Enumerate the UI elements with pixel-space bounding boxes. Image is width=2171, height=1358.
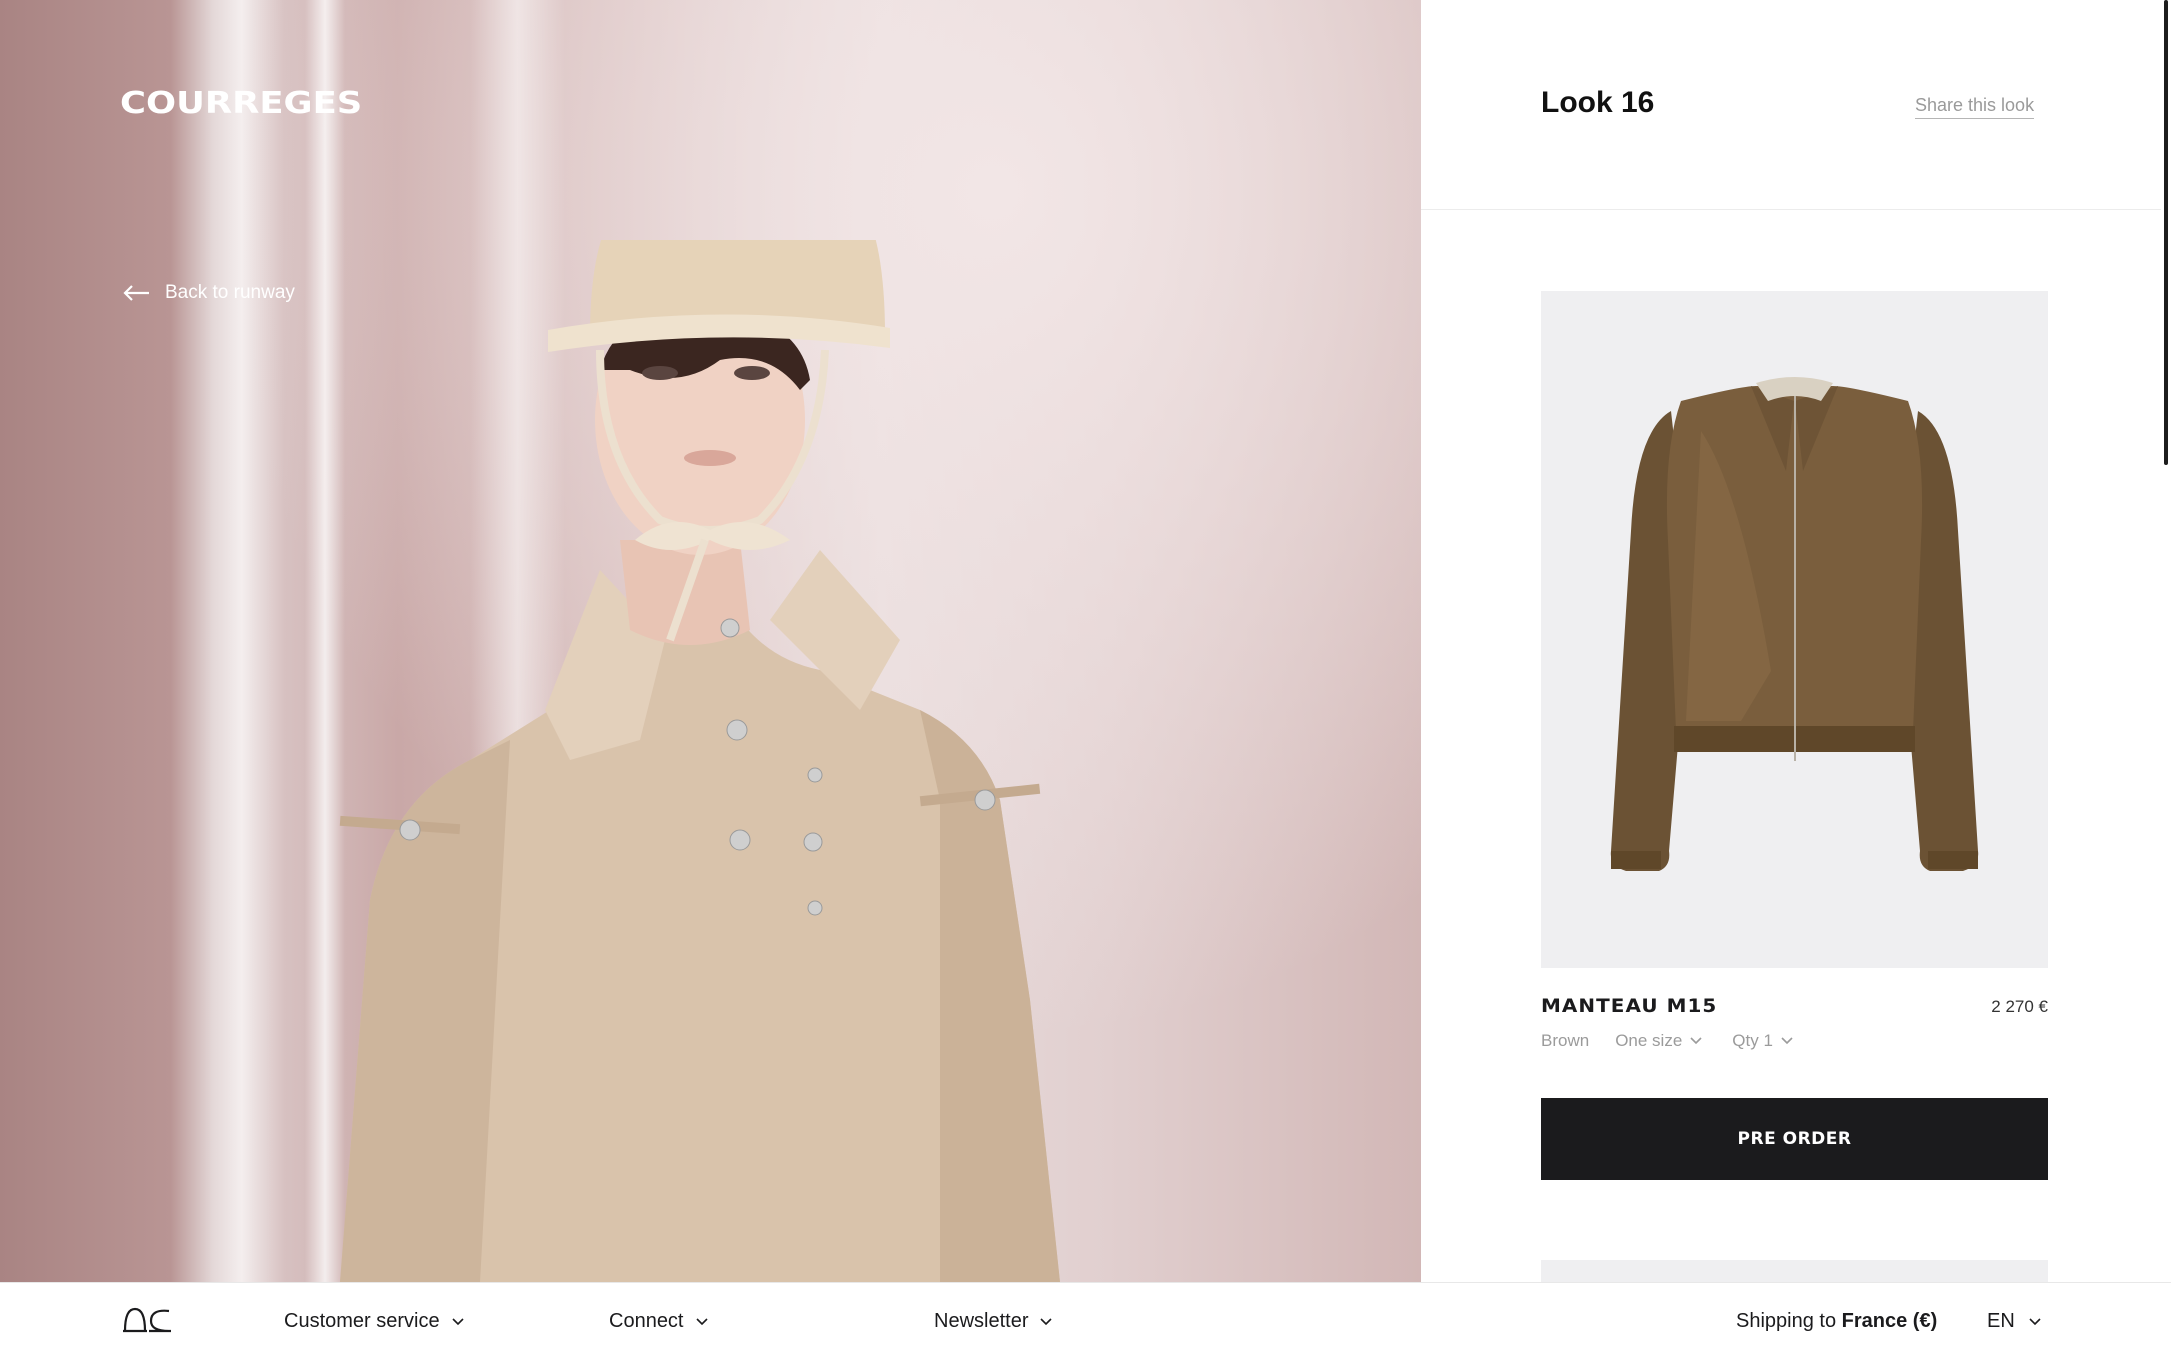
- next-product-card[interactable]: [1541, 1260, 2048, 1282]
- chevron-down-icon: [1690, 1037, 1702, 1045]
- chevron-down-icon: [452, 1317, 464, 1325]
- courreges-monogram-icon[interactable]: [121, 1303, 173, 1335]
- product-color: Brown: [1541, 1031, 1590, 1050]
- footer-bar: Customer service Connect Newsletter Ship…: [0, 1282, 2171, 1358]
- look-header: Look 16 Share this look: [1421, 0, 2161, 210]
- shipping-prefix: Shipping to: [1736, 1310, 1842, 1332]
- back-to-runway-link[interactable]: Back to runway: [121, 282, 295, 304]
- look-title: Look 16: [1541, 86, 1655, 119]
- brand-logo[interactable]: COURREGES: [120, 86, 362, 121]
- product-name[interactable]: MANTEAU M15: [1541, 995, 1717, 1017]
- quantity-value: Qty 1: [1732, 1031, 1773, 1050]
- scrollbar-thumb[interactable]: [2164, 0, 2168, 465]
- customer-service-menu[interactable]: Customer service: [284, 1310, 464, 1333]
- quantity-selector[interactable]: Qty 1: [1732, 1031, 1793, 1051]
- customer-service-label: Customer service: [284, 1310, 440, 1332]
- product-card: MANTEAU M15 2 270 € Brown One size Qty 1: [1541, 291, 2048, 1051]
- language-selector[interactable]: EN: [1987, 1310, 2041, 1333]
- arrow-left-icon: [123, 285, 149, 301]
- page-scrollbar[interactable]: [2161, 0, 2171, 1282]
- look-details-panel: Look 16 Share this look MANTEAU M15 2 27…: [1421, 0, 2161, 1282]
- size-value: One size: [1615, 1031, 1683, 1050]
- chevron-down-icon: [1781, 1037, 1793, 1045]
- connect-label: Connect: [609, 1310, 684, 1332]
- size-selector[interactable]: One size: [1615, 1031, 1702, 1051]
- chevron-down-icon: [1040, 1317, 1053, 1325]
- product-price: 2 270 €: [1991, 997, 2048, 1016]
- runway-model-illustration: [339, 240, 1060, 1282]
- leather-jacket-image: [1610, 377, 1979, 871]
- share-look-link[interactable]: Share this look: [1915, 95, 2035, 119]
- product-options: Brown One size Qty 1: [1541, 1031, 2048, 1051]
- newsletter-menu[interactable]: Newsletter: [934, 1310, 1053, 1333]
- pre-order-button[interactable]: PRE ORDER: [1541, 1098, 2048, 1180]
- language-value: EN: [1987, 1310, 2015, 1332]
- chevron-down-icon: [2029, 1317, 2041, 1325]
- product-image[interactable]: [1541, 291, 2048, 968]
- chevron-down-icon: [695, 1317, 708, 1325]
- shipping-country-selector[interactable]: Shipping to France (€): [1736, 1310, 1937, 1333]
- shipping-country: France (€): [1841, 1310, 1938, 1332]
- back-to-runway-label: Back to runway: [165, 282, 295, 303]
- runway-hero-image: COURREGES Back to runway: [0, 0, 1421, 1282]
- newsletter-label: Newsletter: [934, 1310, 1029, 1332]
- connect-menu[interactable]: Connect: [609, 1310, 708, 1333]
